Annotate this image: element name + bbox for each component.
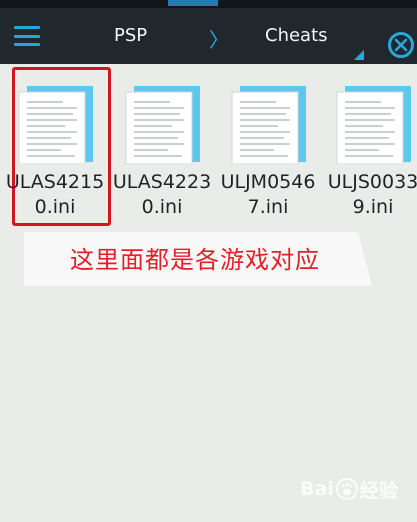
breadcrumb-separator-icon: 〉	[209, 28, 229, 52]
file-name: ULJM05467.ini	[220, 171, 316, 218]
paw-icon	[335, 478, 358, 500]
close-icon[interactable]	[388, 32, 414, 58]
document-icon	[125, 86, 200, 164]
file-name: ULAS42230.ini	[112, 171, 212, 218]
dropdown-corner-icon[interactable]	[354, 50, 364, 60]
toolbar: PSP 〉 Cheats	[0, 8, 417, 64]
baidu-watermark: Bai 经验	[300, 474, 410, 504]
status-indicator	[168, 0, 218, 6]
menu-icon[interactable]	[14, 26, 40, 46]
breadcrumb-cheats[interactable]: Cheats	[265, 25, 328, 46]
breadcrumb-psp[interactable]: PSP	[114, 25, 147, 46]
file-name: ULAS42150.ini	[5, 171, 105, 218]
annotation-text: 这里面都是各游戏对应	[70, 246, 320, 274]
document-icon	[18, 86, 93, 164]
document-icon	[231, 86, 306, 164]
status-bar	[0, 0, 417, 8]
watermark-text-right: 经验	[359, 479, 398, 502]
watermark-text-left: Bai	[300, 478, 334, 500]
file-name: ULJS00339.ini	[327, 171, 417, 218]
document-icon	[336, 86, 411, 164]
